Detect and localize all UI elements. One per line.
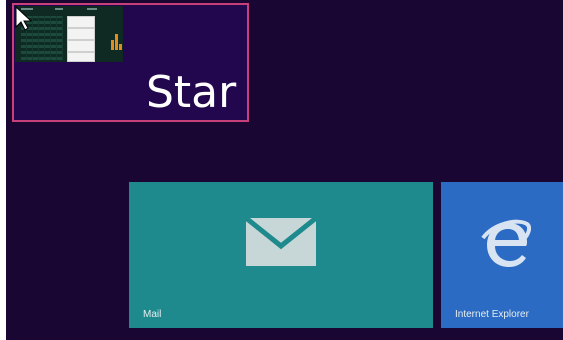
mail-tile[interactable]: Mail: [129, 182, 433, 328]
start-thumbnail[interactable]: Star: [12, 3, 249, 122]
mail-tile-label: Mail: [143, 309, 162, 320]
start-title: Star: [146, 67, 237, 118]
start-screen: Star Mail Internet Explorer: [6, 0, 563, 340]
internet-explorer-tile-label: Internet Explorer: [455, 309, 529, 320]
arrow-cursor-icon: [15, 6, 33, 31]
mail-envelope-icon: [246, 218, 316, 266]
internet-explorer-icon: [481, 219, 531, 267]
internet-explorer-tile[interactable]: Internet Explorer: [441, 182, 563, 328]
